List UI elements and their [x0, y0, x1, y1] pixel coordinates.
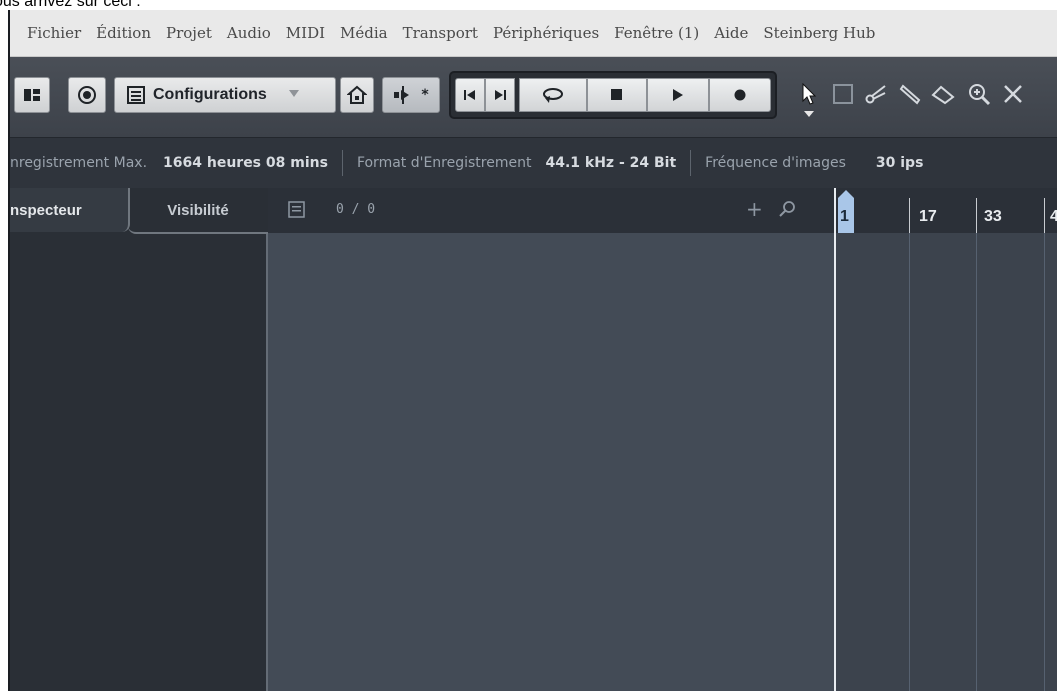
configurations-dropdown[interactable]: Configurations	[114, 77, 336, 113]
track-list: 0 / 0 +	[268, 188, 834, 691]
ruler-bar-33: 33	[984, 208, 1002, 225]
record-icon	[734, 89, 746, 101]
configurations-list-icon	[127, 86, 145, 104]
record-button[interactable]	[709, 78, 771, 112]
inspector-toggle-button[interactable]	[14, 77, 50, 113]
menu-projet[interactable]: Projet	[166, 24, 212, 42]
rec-max-label: nregistrement Max.	[10, 155, 148, 171]
play-button[interactable]	[647, 78, 709, 112]
status-divider	[341, 150, 343, 176]
play-icon	[673, 89, 683, 101]
zoom-icon	[969, 84, 991, 106]
framerate-value[interactable]: 30 ips	[876, 155, 924, 171]
tab-inspector[interactable]: nspecteur	[10, 188, 130, 232]
format-label: Format d'Enregistrement	[356, 155, 532, 171]
menu-fichier[interactable]: Fichier	[27, 24, 81, 42]
stop-icon	[611, 89, 622, 100]
track-list-header: 0 / 0 +	[268, 188, 834, 233]
track-count: 0 / 0	[336, 202, 376, 217]
menu-peripheriques[interactable]: Périphériques	[493, 24, 599, 42]
add-track-button[interactable]: +	[746, 197, 763, 221]
inspector-panel: nspecteur Visibilité	[10, 188, 268, 691]
toolbar: Configurations *	[10, 57, 1057, 138]
search-icon[interactable]	[778, 200, 796, 218]
mute-tool[interactable]	[1000, 81, 1026, 107]
erase-icon	[931, 85, 955, 105]
bar-ruler[interactable]: 1 17 33 4	[834, 188, 1057, 233]
object-selection-icon	[802, 83, 817, 105]
configurations-label: Configurations	[153, 86, 267, 103]
auto-scroll-marker: *	[421, 87, 429, 103]
glue-tool[interactable]	[898, 81, 924, 107]
grid-line	[909, 233, 910, 691]
constrain-delay-button[interactable]	[68, 77, 106, 113]
tab-visibility[interactable]: Visibilité	[128, 188, 268, 234]
format-value[interactable]: 44.1 kHz - 24 Bit	[545, 155, 676, 171]
menu-steinberg-hub[interactable]: Steinberg Hub	[763, 24, 875, 42]
inspector-toggle-icon	[24, 89, 40, 101]
split-icon	[865, 85, 886, 104]
menu-media[interactable]: Média	[340, 24, 388, 42]
object-selection-tool[interactable]	[796, 81, 822, 117]
rec-max-value[interactable]: 1664 heures 08 mins	[163, 155, 328, 171]
grid-line	[1044, 233, 1045, 691]
tool-dropdown-chevron-icon	[804, 111, 814, 117]
auto-scroll-button[interactable]: *	[382, 77, 440, 113]
split-tool[interactable]	[864, 81, 890, 107]
home-button[interactable]	[340, 77, 374, 113]
framerate-label: Fréquence d'images	[705, 155, 846, 171]
project-arrange-area[interactable]	[834, 233, 1057, 691]
status-divider	[690, 150, 692, 176]
ruler-tick	[909, 198, 910, 233]
ruler-bar-17: 17	[919, 208, 937, 225]
tab-visibility-label: Visibilité	[167, 201, 229, 219]
ruler-tick	[1044, 198, 1045, 233]
menu-midi[interactable]: MIDI	[286, 24, 325, 42]
go-to-start-icon	[464, 90, 475, 100]
ruler-tick	[976, 198, 977, 233]
auto-scroll-icon	[394, 86, 410, 104]
project-start-line	[834, 233, 836, 691]
glue-icon	[899, 84, 921, 105]
ruler-bar-49: 4	[1050, 208, 1057, 226]
status-line: nregistrement Max. 1664 heures 08 mins F…	[10, 138, 1057, 188]
range-selection-tool[interactable]	[830, 81, 856, 107]
inspector-tabs: nspecteur Visibilité	[10, 188, 268, 234]
home-icon	[347, 85, 367, 104]
tab-inspector-label: nspecteur	[10, 201, 82, 219]
range-selection-icon	[833, 84, 853, 104]
stop-button[interactable]	[587, 78, 647, 112]
cycle-icon	[543, 88, 563, 103]
go-to-end-icon	[495, 90, 506, 100]
mute-icon	[1004, 85, 1022, 103]
constrain-delay-icon	[78, 86, 96, 104]
cycle-button[interactable]	[519, 78, 587, 112]
grid-line	[976, 233, 977, 691]
menu-bar: Fichier Édition Projet Audio MIDI Média …	[10, 10, 1057, 57]
cubase-window: Fichier Édition Projet Audio MIDI Média …	[8, 10, 1057, 691]
menu-edition[interactable]: Édition	[96, 24, 151, 42]
ruler-bar-1: 1	[840, 208, 849, 225]
menu-transport[interactable]: Transport	[403, 24, 478, 42]
zoom-tool[interactable]	[966, 81, 992, 107]
transport-group	[449, 71, 777, 119]
chevron-down-icon	[289, 90, 299, 97]
menu-aide[interactable]: Aide	[714, 24, 748, 42]
menu-fenetre[interactable]: Fenêtre (1)	[614, 24, 699, 42]
track-list-menu-icon[interactable]	[288, 201, 306, 219]
go-to-start-button[interactable]	[455, 78, 485, 112]
menu-audio[interactable]: Audio	[227, 24, 271, 42]
go-to-end-button[interactable]	[485, 78, 515, 112]
erase-tool[interactable]	[930, 81, 956, 107]
